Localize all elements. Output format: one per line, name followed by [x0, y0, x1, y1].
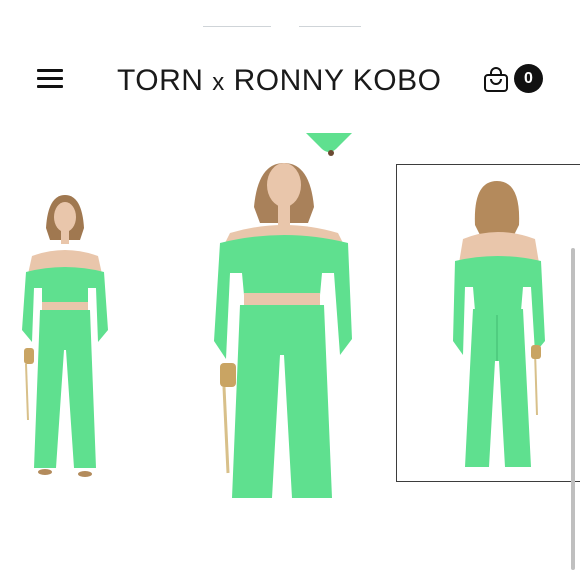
brand-left: TORN [117, 64, 204, 97]
cart-count-badge: 0 [514, 64, 543, 93]
tab-indicator-line [299, 26, 361, 27]
hamburger-menu-icon[interactable] [35, 67, 65, 91]
brand-right: RONNY KOBO [233, 64, 442, 97]
cart-button[interactable]: 0 [483, 64, 545, 96]
tab-indicator-line [203, 26, 271, 27]
vertical-scrollbar[interactable] [571, 248, 575, 570]
previous-image-peek[interactable] [306, 133, 352, 157]
brand-x: x [212, 69, 225, 96]
brand-logo[interactable]: TORN x RONNY KOBO [117, 64, 441, 98]
shopping-bag-icon [484, 67, 508, 92]
product-image-front[interactable] [18, 190, 113, 490]
product-image-front-closeup[interactable] [210, 163, 355, 498]
site-header: TORN x RONNY KOBO 0 [0, 55, 580, 105]
product-image-back[interactable] [396, 164, 580, 482]
